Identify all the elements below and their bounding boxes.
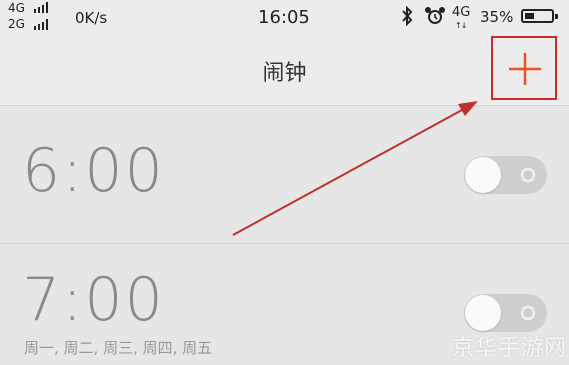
network-type-3: 4G [452,5,471,20]
data-activity-icon: ↑↓ [455,21,467,30]
toggle-knob [465,295,501,331]
alarm-clock-icon [424,6,446,30]
signal-icon-2 [34,19,48,30]
app-header: 闹钟 [0,36,569,106]
page-title: 闹钟 [262,61,307,86]
signal-icon-1 [34,2,48,13]
battery-percentage: 35% [480,8,514,26]
plus-icon [509,53,541,85]
clock-time: 16:05 [258,7,310,28]
network-type-1: 4G [8,1,25,15]
alarm-toggle[interactable] [464,156,547,194]
watermark: 京华手游网 [452,336,568,361]
toggle-off-icon [521,168,535,182]
add-alarm-button[interactable] [491,36,557,100]
alarm-item[interactable]: 6:00 [0,106,569,244]
network-type-2: 2G [8,17,25,31]
alarm-toggle[interactable] [464,294,547,332]
status-bar: 4G 2G 0K/s 16:05 4G ↑↓ 35% [0,0,569,36]
toggle-knob [465,157,501,193]
network-speed: 0K/s [75,9,108,27]
alarm-time: 6:00 [22,136,165,206]
alarm-time: 7:00 [22,265,165,335]
toggle-off-icon [521,306,535,320]
battery-icon [521,9,558,23]
bluetooth-icon [400,5,414,30]
alarm-repeat-days: 周一, 周二, 周三, 周四, 周五 [24,339,213,357]
